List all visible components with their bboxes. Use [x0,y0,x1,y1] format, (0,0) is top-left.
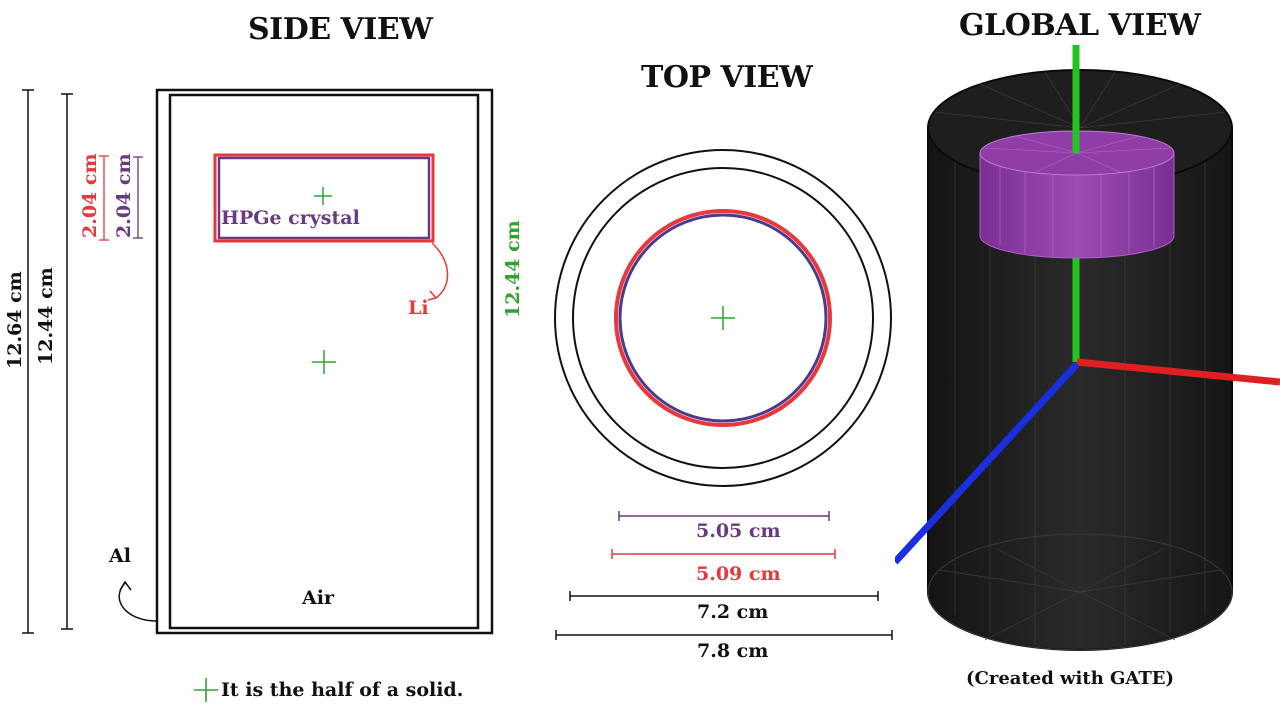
outer-height-label: 12.64 cm [4,271,26,369]
li-diameter-label: 5.09 cm [696,563,781,585]
al-label: Al [109,545,131,567]
box-center-cross [312,350,336,374]
li-height-label: 2.04 cm [79,153,101,238]
crystal-height-label: 2.04 cm [113,153,135,238]
side-view-drawing [22,88,494,702]
inner-height-label: 12.44 cm [35,267,57,365]
al-pointer-arrow [118,581,159,622]
global-view-render [895,45,1280,651]
crystal-diameter-label: 5.05 cm [696,520,781,542]
outer-diameter-label: 7.8 cm [697,640,769,662]
li-label: Li [408,297,429,319]
gate-caption: (Created with GATE) [966,668,1175,689]
air-label: Air [302,587,334,609]
detector-diagram: SIDE VIEW 12.64 cm 12.44 cm 2.04 cm 2.04… [0,0,1280,722]
footnote-text: It is the half of a solid. [221,679,464,701]
li-pointer-arrowhead [427,290,438,301]
hpge-crystal-label: HPGe crystal [221,207,360,229]
top-center-cross [711,306,735,330]
top-height-label: 12.44 cm [502,220,524,318]
inner-diameter-label: 7.2 cm [697,601,769,623]
footnote-cross-icon [194,678,218,702]
crystal-center-cross [314,187,332,205]
li-pointer-arrow [431,242,449,299]
